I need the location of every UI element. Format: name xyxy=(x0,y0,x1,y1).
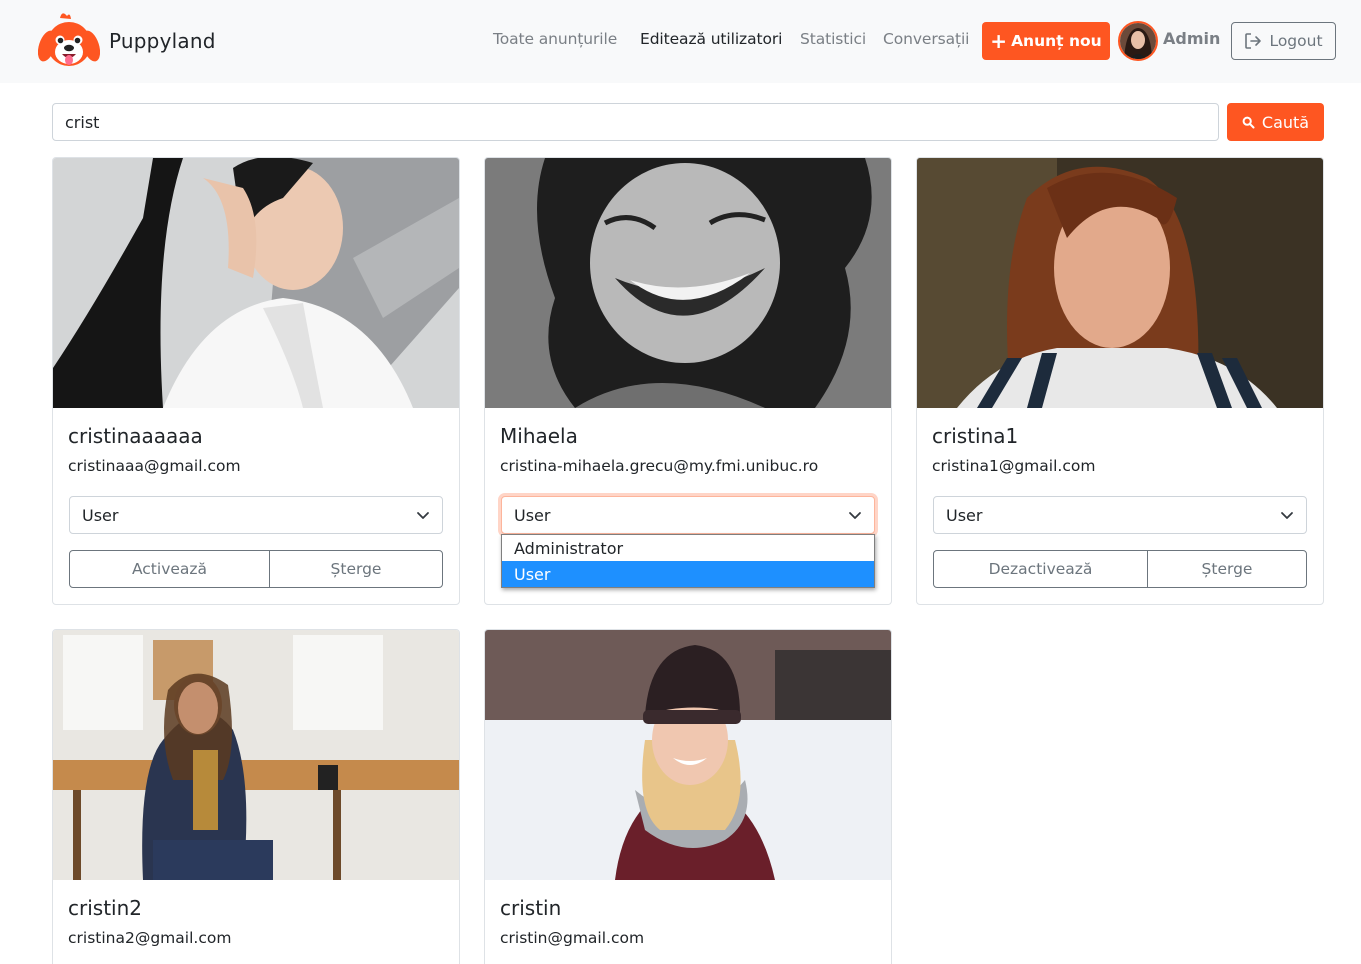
role-select[interactable]: User xyxy=(501,496,875,534)
delete-button[interactable]: Șterge xyxy=(1147,551,1306,587)
nav-link-edit-users[interactable]: Editează utilizatori xyxy=(640,30,782,48)
role-select-value: User xyxy=(82,505,119,525)
avatar[interactable] xyxy=(1118,21,1158,61)
user-avatar-image xyxy=(1120,23,1156,59)
logout-label: Logout xyxy=(1269,32,1323,50)
user-card: cristin cristin@gmail.com xyxy=(484,629,892,964)
user-username: cristin xyxy=(500,896,562,920)
user-card: cristinaaaaaa cristinaaa@gmail.com User … xyxy=(52,157,460,605)
delete-button[interactable]: Șterge xyxy=(269,551,442,587)
user-name[interactable]: Admin xyxy=(1163,29,1220,48)
user-email: cristinaaa@gmail.com xyxy=(68,457,241,475)
user-photo xyxy=(53,158,459,408)
logout-button[interactable]: Logout xyxy=(1231,22,1336,60)
chevron-down-icon xyxy=(849,512,861,519)
nav-link-all-ads[interactable]: Toate anunțurile xyxy=(493,30,617,48)
role-select-value: User xyxy=(946,505,983,525)
role-option-administrator[interactable]: Administrator xyxy=(502,535,874,561)
user-email: cristin@gmail.com xyxy=(500,929,645,947)
new-ad-button[interactable]: + Anunț nou xyxy=(982,22,1110,60)
user-email: cristina2@gmail.com xyxy=(68,929,232,947)
activate-button[interactable]: Activează xyxy=(70,551,269,587)
brand-name: Puppyland xyxy=(109,29,216,53)
user-actions: Activează Șterge xyxy=(69,550,443,588)
deactivate-button[interactable]: Dezactivează xyxy=(934,551,1147,587)
user-email: cristina-mihaela.grecu@my.fmi.unibuc.ro xyxy=(500,457,819,475)
search-button-label: Caută xyxy=(1261,112,1310,132)
plus-icon: + xyxy=(990,29,1008,53)
brand[interactable]: Puppyland xyxy=(38,10,216,72)
user-photo xyxy=(485,630,891,880)
search-button[interactable]: Caută xyxy=(1227,103,1324,141)
search-icon xyxy=(1242,116,1255,128)
user-username: cristinaaaaaa xyxy=(68,424,203,448)
user-username: cristin2 xyxy=(68,896,142,920)
user-username: cristina1 xyxy=(932,424,1019,448)
role-dropdown-list: Administrator User xyxy=(501,534,875,588)
search-input[interactable] xyxy=(52,103,1219,141)
nav-link-statistics[interactable]: Statistici xyxy=(800,30,866,48)
user-photo xyxy=(485,158,891,408)
user-card: cristin2 cristina2@gmail.com xyxy=(52,629,460,964)
dog-face-icon xyxy=(38,13,100,66)
logout-icon xyxy=(1245,33,1262,49)
user-photo xyxy=(917,158,1323,408)
chevron-down-icon xyxy=(417,512,429,519)
role-option-user[interactable]: User xyxy=(502,561,874,587)
new-ad-label: Anunț nou xyxy=(1011,32,1102,50)
user-email: cristina1@gmail.com xyxy=(932,457,1096,475)
user-username: Mihaela xyxy=(500,424,578,448)
role-select[interactable]: User xyxy=(69,496,443,534)
chevron-down-icon xyxy=(1281,512,1293,519)
role-select[interactable]: User xyxy=(933,496,1307,534)
role-select-value: User xyxy=(514,505,551,525)
user-photo xyxy=(53,630,459,880)
user-actions: Dezactivează Șterge xyxy=(933,550,1307,588)
navbar: Puppyland Toate anunțurile Editează util… xyxy=(0,0,1361,83)
nav-link-conversations[interactable]: Conversații xyxy=(883,30,969,48)
user-card: cristina1 cristina1@gmail.com User Dezac… xyxy=(916,157,1324,605)
